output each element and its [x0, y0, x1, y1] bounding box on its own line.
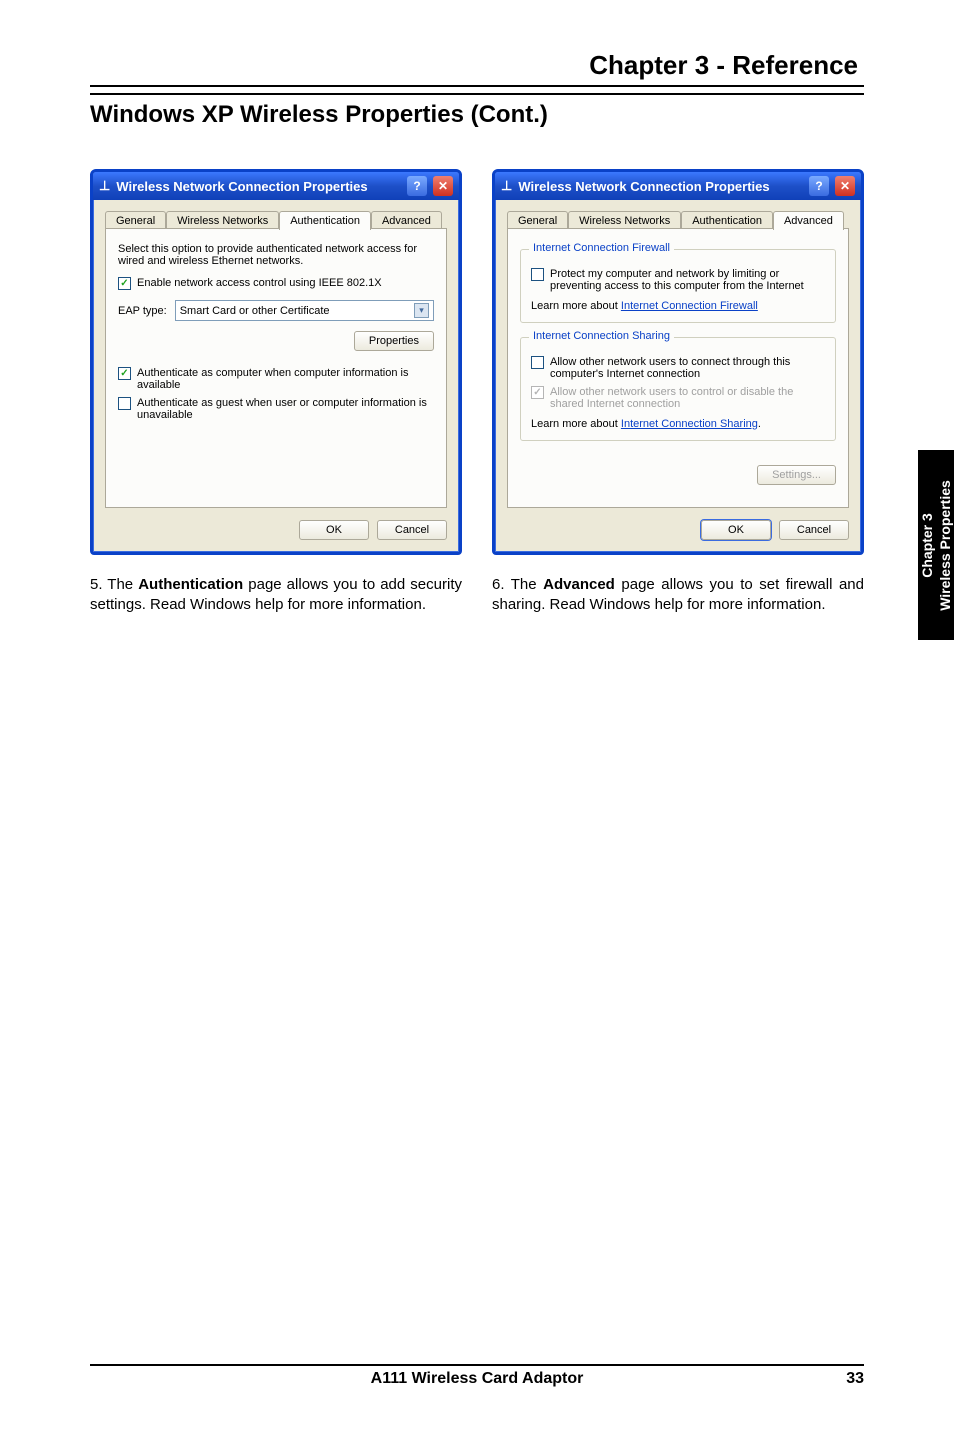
footer-page-number: 33	[824, 1370, 864, 1388]
ok-button[interactable]: OK	[299, 520, 369, 540]
checkbox-unchecked-icon	[531, 268, 544, 281]
tab-authentication[interactable]: Authentication	[279, 211, 371, 230]
ok-button[interactable]: OK	[701, 520, 771, 540]
help-icon[interactable]: ?	[809, 176, 829, 196]
learn-firewall-row: Learn more about Internet Connection Fir…	[531, 300, 825, 312]
eap-type-label: EAP type:	[118, 305, 167, 317]
help-icon[interactable]: ?	[407, 176, 427, 196]
auth-as-guest-checkbox[interactable]: Authenticate as guest when user or compu…	[118, 397, 434, 421]
auth-as-guest-label: Authenticate as guest when user or compu…	[137, 397, 434, 421]
sharing-help-link[interactable]: Internet Connection Sharing	[621, 418, 758, 430]
close-icon[interactable]: ✕	[835, 176, 855, 196]
sharing-group-legend: Internet Connection Sharing	[529, 330, 674, 342]
wifi-icon: ⊥	[501, 178, 512, 194]
side-tab-line1: Chapter 3	[919, 480, 937, 611]
wifi-icon: ⊥	[99, 178, 110, 194]
side-thumb-tab: Chapter 3 Wireless Properties	[918, 450, 954, 640]
authentication-dialog: ⊥ Wireless Network Connection Properties…	[90, 169, 462, 555]
sharing-group: Internet Connection Sharing Allow other …	[520, 337, 836, 441]
enable-8021x-label: Enable network access control using IEEE…	[137, 277, 382, 289]
page-footer: A111 Wireless Card Adaptor 33	[90, 1364, 864, 1388]
eap-type-select[interactable]: Smart Card or other Certificate ▾	[175, 300, 434, 321]
dialog-titlebar[interactable]: ⊥ Wireless Network Connection Properties…	[93, 172, 459, 200]
eap-type-value: Smart Card or other Certificate	[180, 305, 330, 317]
checkbox-checked-icon: ✓	[118, 277, 131, 290]
footer-product: A111 Wireless Card Adaptor	[130, 1370, 824, 1388]
firewall-group-legend: Internet Connection Firewall	[529, 242, 674, 254]
dialog-titlebar[interactable]: ⊥ Wireless Network Connection Properties…	[495, 172, 861, 200]
firewall-help-link[interactable]: Internet Connection Firewall	[621, 300, 758, 312]
checkbox-unchecked-icon	[531, 356, 544, 369]
close-icon[interactable]: ✕	[433, 176, 453, 196]
protect-computer-label: Protect my computer and network by limit…	[550, 268, 825, 292]
enable-8021x-checkbox[interactable]: ✓ Enable network access control using IE…	[118, 277, 434, 290]
properties-button[interactable]: Properties	[354, 331, 434, 351]
step-5-text: 5. The Authentication page allows you to…	[90, 575, 462, 616]
intro-text: Select this option to provide authentica…	[118, 243, 434, 267]
settings-button: Settings...	[757, 465, 836, 485]
checkbox-unchecked-icon	[118, 397, 131, 410]
firewall-group: Internet Connection Firewall Protect my …	[520, 249, 836, 323]
cancel-button[interactable]: Cancel	[779, 520, 849, 540]
auth-as-computer-checkbox[interactable]: ✓ Authenticate as computer when computer…	[118, 367, 434, 391]
advanced-dialog: ⊥ Wireless Network Connection Properties…	[492, 169, 864, 555]
checkbox-checked-icon: ✓	[118, 367, 131, 380]
tab-strip: General Wireless Networks Authentication…	[105, 210, 447, 229]
protect-computer-checkbox[interactable]: Protect my computer and network by limit…	[531, 268, 825, 292]
allow-control-label: Allow other network users to control or …	[550, 386, 825, 410]
tab-strip: General Wireless Networks Authentication…	[507, 210, 849, 229]
chapter-title: Chapter 3 - Reference	[90, 50, 864, 85]
tab-advanced[interactable]: Advanced	[773, 211, 844, 230]
auth-as-computer-label: Authenticate as computer when computer i…	[137, 367, 434, 391]
step-6-text: 6. The Advanced page allows you to set f…	[492, 575, 864, 616]
allow-control-checkbox: ✓ Allow other network users to control o…	[531, 386, 825, 410]
cancel-button[interactable]: Cancel	[377, 520, 447, 540]
allow-connect-checkbox[interactable]: Allow other network users to connect thr…	[531, 356, 825, 380]
chevron-down-icon: ▾	[414, 303, 429, 318]
tab-panel-authentication: Select this option to provide authentica…	[105, 228, 447, 508]
side-tab-line2: Wireless Properties	[936, 480, 954, 611]
learn-sharing-row: Learn more about Internet Connection Sha…	[531, 418, 825, 430]
allow-connect-label: Allow other network users to connect thr…	[550, 356, 825, 380]
dialog-title: Wireless Network Connection Properties	[116, 179, 367, 194]
tab-panel-advanced: Internet Connection Firewall Protect my …	[507, 228, 849, 508]
section-title: Windows XP Wireless Properties (Cont.)	[90, 93, 864, 129]
checkbox-disabled-icon: ✓	[531, 386, 544, 399]
header-rule	[90, 85, 864, 87]
dialog-title: Wireless Network Connection Properties	[518, 179, 769, 194]
